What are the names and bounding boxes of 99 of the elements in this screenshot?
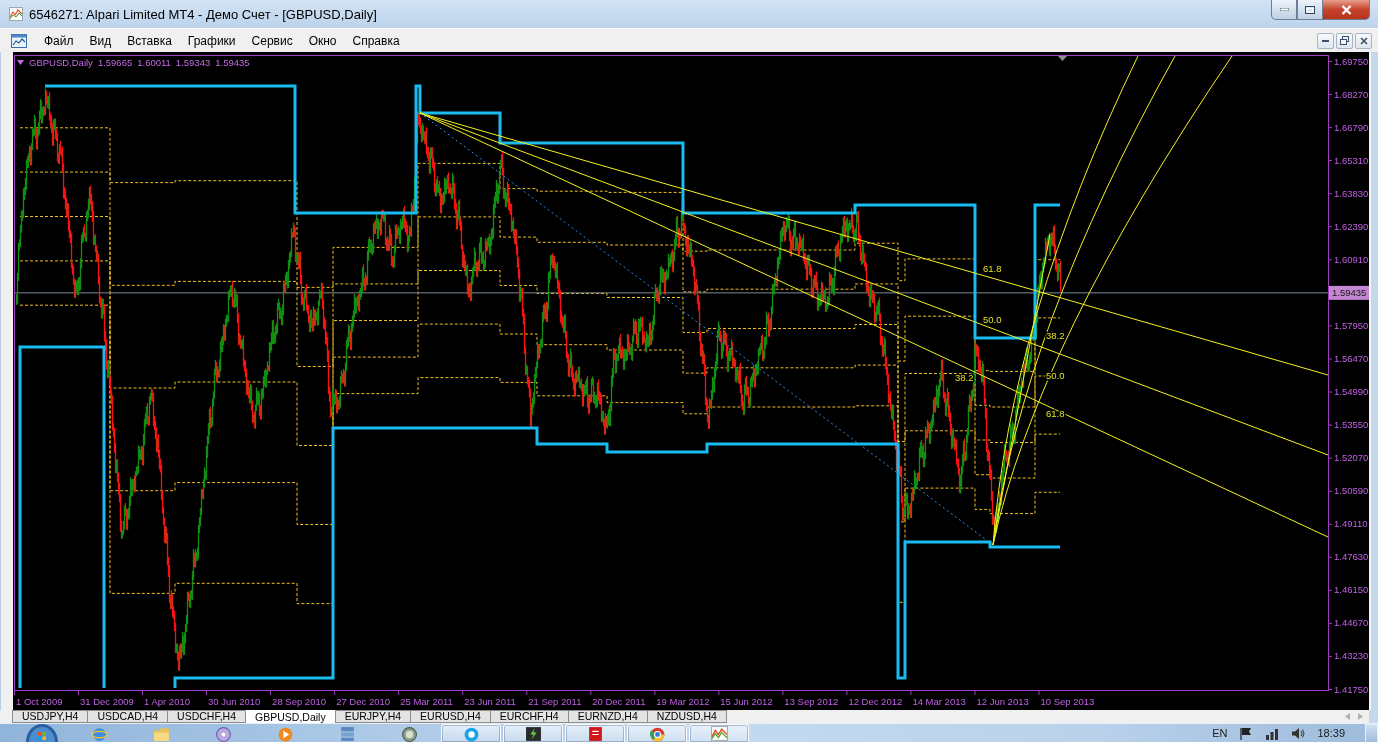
price-quote: 1.60011 [137,57,171,68]
globe-icon [90,726,108,742]
price-axis-label: 1.63830 [1334,187,1369,199]
date-axis-label: 1 Oct 2009 [16,696,63,707]
network-icon[interactable] [1265,726,1280,740]
date-axis-label: 23 Jun 2011 [464,696,516,707]
date-axis-label: 25 Mar 2011 [400,696,453,707]
maximize-icon [1305,5,1315,14]
date-axis-label: 1 Apr 2010 [144,696,191,707]
date-axis-label: 21 Sep 2011 [528,696,582,707]
menu-item[interactable]: Окно [300,31,345,50]
date-axis-label: 12 Jun 2013 [976,696,1029,707]
chart-tab[interactable]: EURUSD,H4 [410,710,491,723]
minimize-icon [1279,8,1289,11]
price-axis-label: 1.54990 [1334,386,1369,398]
chart-tab[interactable]: GBPUSD,Daily [245,710,336,723]
chart-tab[interactable]: EURJPY,H4 [334,710,412,723]
window-title: 6546271: Alpari Limited MT4 - Демо Счет - [GBPUSD,Daily] [29,6,377,22]
close-button[interactable] [1355,32,1372,49]
menu-item[interactable]: Справка [344,31,408,50]
chart-icon [710,726,728,742]
fan-level-label: 61.8 [1046,408,1065,419]
date-axis-label: 31 Dec 2009 [80,696,134,707]
chart-tab[interactable]: EURNZD,H4 [567,710,648,723]
fan-level-label: 50.0 [983,314,1002,325]
chart-tab[interactable]: NZDUSD,H4 [646,710,727,723]
date-axis-label: 13 Sep 2012 [784,696,839,707]
price-axis-label: 1.52070 [1334,452,1369,464]
fan-level-label: 38.2 [955,372,974,383]
price-axis-label: 1.50590 [1334,485,1369,497]
menu-item[interactable]: Сервис [243,31,301,50]
close-icon [1359,36,1368,45]
volume-icon[interactable] [1291,726,1306,740]
date-axis-label: 10 Sep 2013 [1040,696,1095,707]
taskbar-button[interactable] [503,724,563,742]
price-axis-label: 1.57950 [1334,319,1369,331]
price-axis-label: 1.41750 [1334,683,1369,695]
menu-item[interactable]: Вставка [119,31,180,50]
price-quote: 1.59665 [97,57,133,68]
chart-tab[interactable]: EURCHF,H4 [489,710,569,723]
price-quote: 1.59435 [215,57,250,68]
date-axis-label: 27 Dec 2010 [336,696,390,707]
ring-icon [462,726,480,742]
price-axis-label: 1.43230 [1334,650,1369,662]
minimize-button[interactable] [1317,32,1334,49]
folder-icon [152,726,170,742]
date-axis-label: 20 Dec 2011 [592,696,646,707]
color-wheel-icon [648,726,666,742]
date-axis-label: 14 Mar 2013 [912,696,966,707]
chart-tab[interactable]: USDJPY,H4 [12,710,89,723]
lightning-icon [524,726,542,742]
price-axis-label: 1.68270 [1334,88,1369,100]
disc-icon [214,726,232,742]
date-axis-label: 28 Sep 2010 [272,696,326,707]
price-axis-label: 1.62390 [1334,220,1369,232]
fan-level-label: 50.0 [1046,370,1065,381]
date-axis-label: 15 Jun 2012 [720,696,773,707]
current-price-label: 1.59435 [1329,285,1369,300]
orb-icon [26,724,58,742]
language-indicator[interactable]: EN [1212,727,1228,739]
clock[interactable]: 18:39 [1317,727,1345,739]
price-axis-label: 1.69750 [1334,55,1369,67]
fan-level-label: 61.8 [983,263,1002,274]
menu-item[interactable]: Файл [36,31,82,50]
collapse-triangle-icon[interactable] [17,60,24,65]
restore-button[interactable] [1336,32,1353,49]
chart-tab[interactable]: USDCHF,H4 [167,710,247,723]
chart-symbol: GBPUSD,Daily [29,57,93,68]
minimize-icon [1322,39,1329,42]
chart-icon [9,7,23,21]
chart-window-icon [11,32,27,49]
price-axis-label: 1.46150 [1334,584,1369,596]
close-icon [1340,4,1352,15]
date-axis-label: 30 Jun 2010 [208,696,261,707]
price-quote: 1.59343 [175,57,211,68]
price-axis-label: 1.53550 [1334,419,1369,431]
price-axis-label: 1.66790 [1334,121,1369,133]
chart-shift-icon[interactable] [1058,56,1067,61]
minimize-button[interactable] [1271,0,1297,20]
ring-icon [400,726,418,742]
close-button[interactable] [1323,0,1370,20]
price-axis-label: 1.56470 [1334,352,1369,364]
flag-icon[interactable] [1239,726,1254,740]
fan-level-label: 38.2 [1046,330,1065,341]
price-axis-label: 1.47630 [1334,551,1369,563]
date-axis-label: 19 Mar 2012 [656,696,710,707]
document-icon [586,726,604,742]
menu-item[interactable]: Графики [179,31,244,50]
price-axis-label: 1.60910 [1334,253,1369,265]
restore-icon [1340,36,1349,45]
server-icon [338,726,356,742]
price-axis-label: 1.49110 [1334,518,1368,530]
play-icon [276,726,294,742]
menu-item[interactable]: Вид [81,31,120,50]
price-axis-label: 1.44670 [1334,617,1369,629]
date-axis-label: 12 Dec 2012 [848,696,903,707]
price-axis-label: 1.65310 [1334,154,1369,166]
maximize-button[interactable] [1297,0,1323,20]
chart-tab[interactable]: USDCAD,H4 [87,710,169,723]
